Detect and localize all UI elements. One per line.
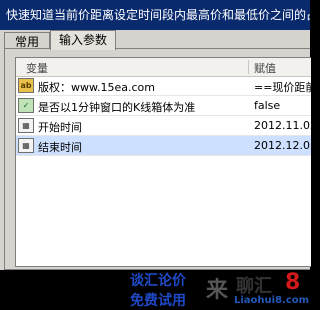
parameter-name: 是否以1分钟窗口的K线箱体为准 [38, 101, 196, 114]
table-row[interactable]: ▦ 结束时间 2012.12.05 [16, 136, 311, 156]
parameters-dialog: 常用 输入参数 变量 赋值 ab 版权：www.15ea.com ==现价距前最… [0, 30, 311, 270]
table-row[interactable]: ab 版权：www.15ea.com ==现价距前最 [16, 76, 311, 96]
parameter-value[interactable]: 2012.12.05 [254, 139, 311, 152]
parameters-list: 变量 赋值 ab 版权：www.15ea.com ==现价距前最 ✓ 是否以1分… [15, 57, 311, 267]
ad-brand-number: 8 [285, 270, 301, 295]
column-header-variable[interactable]: 变量 [26, 60, 48, 76]
parameter-value[interactable]: 2012.11.02 [254, 119, 311, 132]
tab-input-parameters[interactable]: 输入参数 [50, 30, 116, 50]
ab-icon: ab [18, 78, 34, 93]
ad-url: Liaohui8.com [234, 295, 310, 306]
bool-icon: ✓ [18, 98, 34, 113]
datetime-icon: ▦ [18, 138, 34, 153]
table-row[interactable]: ✓ 是否以1分钟窗口的K线箱体为准 false [16, 96, 311, 116]
table-row[interactable]: ▦ 开始时间 2012.11.02 [16, 116, 311, 136]
parameter-name: 版权：www.15ea.com [38, 81, 155, 94]
list-header: 变量 赋值 [16, 58, 311, 77]
ad-logo-mark: 来 [206, 278, 229, 303]
column-header-value[interactable]: 赋值 [254, 60, 276, 76]
ad-slogan-line1: 谈汇论价 [130, 273, 186, 289]
ad-slogan-line2: 免费试用 [130, 293, 186, 309]
parameter-name: 开始时间 [38, 121, 82, 134]
datetime-icon: ▦ [18, 118, 34, 133]
tab-panel: 变量 赋值 ab 版权：www.15ea.com ==现价距前最 ✓ 是否以1分… [4, 48, 311, 270]
window-title: 快速知道当前价距离设定时间段内最高价和最低价之间的占 [0, 0, 310, 30]
parameter-value[interactable]: ==现价距前最 [254, 79, 311, 95]
column-divider[interactable] [248, 60, 249, 74]
parameter-value[interactable]: false [254, 99, 280, 112]
parameter-name: 结束时间 [38, 141, 82, 154]
